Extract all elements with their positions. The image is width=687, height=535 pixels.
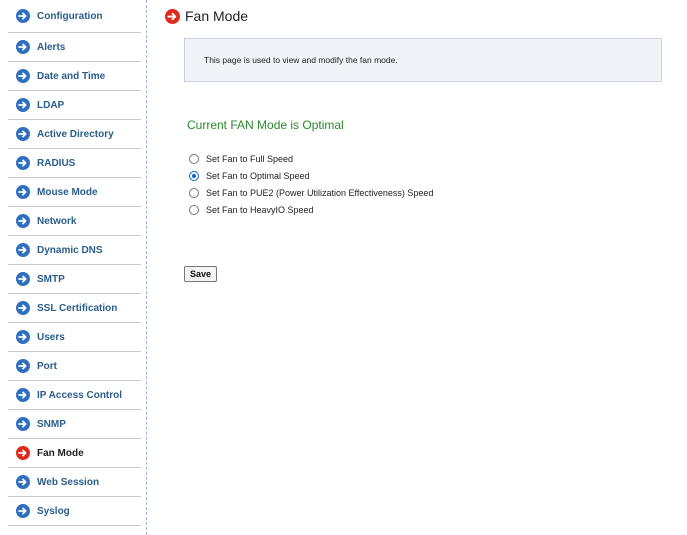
sidebar-item-label: SMTP: [37, 273, 65, 285]
sidebar-item-fan-mode[interactable]: Fan Mode: [8, 439, 141, 468]
arrow-circle-right-icon: [16, 417, 30, 431]
arrow-circle-right-icon: [16, 185, 30, 199]
arrow-circle-right-icon: [16, 330, 30, 344]
sidebar-item-label: Dynamic DNS: [37, 244, 103, 256]
info-box: This page is used to view and modify the…: [184, 38, 662, 82]
page-title: Fan Mode: [185, 8, 249, 24]
fan-mode-option: Set Fan to HeavyIO Speed: [189, 201, 433, 218]
sidebar-item-date-and-time[interactable]: Date and Time: [8, 62, 141, 91]
fan-mode-option: Set Fan to PUE2 (Power Utilization Effec…: [189, 184, 433, 201]
radio-label[interactable]: Set Fan to Optimal Speed: [206, 171, 310, 181]
sidebar-item-configuration[interactable]: Configuration: [8, 0, 141, 33]
sidebar-item-label: RADIUS: [37, 157, 76, 169]
sidebar-item-ldap[interactable]: LDAP: [8, 91, 141, 120]
arrow-circle-right-icon: [16, 243, 30, 257]
arrow-circle-right-icon: [16, 98, 30, 112]
arrow-circle-right-icon: [16, 388, 30, 402]
radio-button[interactable]: [189, 204, 199, 215]
sidebar-item-ssl-certification[interactable]: SSL Certification: [8, 294, 141, 323]
sidebar-item-label: IP Access Control: [37, 389, 123, 401]
sidebar-item-active-directory[interactable]: Active Directory: [8, 120, 141, 149]
arrow-circle-right-icon: [16, 446, 30, 460]
sidebar-item-label: Fan Mode: [37, 447, 84, 459]
arrow-circle-right-icon: [16, 301, 30, 315]
arrow-circle-right-icon: [16, 40, 30, 54]
sidebar-item-label: Active Directory: [37, 128, 114, 140]
sidebar-item-label: SSL Certification: [37, 302, 118, 314]
page-header: Fan Mode: [165, 0, 687, 32]
sidebar-item-snmp[interactable]: SNMP: [8, 410, 141, 439]
radio-button[interactable]: [189, 187, 199, 198]
sidebar-item-smtp[interactable]: SMTP: [8, 265, 141, 294]
sidebar-nav: Configuration Alerts Date and Time LDAP Acti…: [0, 0, 146, 526]
sidebar-item-web-session[interactable]: Web Session: [8, 468, 141, 497]
sidebar-item-ip-access-control[interactable]: IP Access Control: [8, 381, 141, 410]
save-button[interactable]: Save: [184, 266, 218, 282]
arrow-circle-right-icon: [16, 9, 30, 23]
arrow-circle-right-icon: [16, 504, 30, 518]
fan-mode-option: Set Fan to Full Speed: [189, 150, 433, 167]
sidebar-item-label: Alerts: [37, 41, 66, 53]
current-fan-mode: Current FAN Mode is Optimal: [187, 118, 344, 132]
sidebar: Configuration Alerts Date and Time LDAP Acti…: [0, 0, 147, 535]
sidebar-item-label: Network: [37, 215, 77, 227]
sidebar-item-dynamic-dns[interactable]: Dynamic DNS: [8, 236, 141, 265]
sidebar-item-label: Web Session: [37, 476, 100, 488]
radio-label[interactable]: Set Fan to PUE2 (Power Utilization Effec…: [206, 188, 433, 198]
arrow-circle-right-icon: [16, 359, 30, 373]
info-text: This page is used to view and modify the…: [204, 55, 398, 65]
radio-label[interactable]: Set Fan to HeavyIO Speed: [206, 205, 314, 215]
radio-button[interactable]: [189, 170, 199, 181]
arrow-circle-right-icon: [16, 69, 30, 83]
sidebar-item-label: Port: [37, 360, 57, 372]
sidebar-item-label: Configuration: [37, 10, 103, 22]
radio-button[interactable]: [189, 153, 199, 164]
sidebar-item-label: Date and Time: [37, 70, 106, 82]
sidebar-item-label: Syslog: [37, 505, 70, 517]
sidebar-item-label: Mouse Mode: [37, 186, 98, 198]
arrow-circle-right-icon: [16, 272, 30, 286]
sidebar-item-alerts[interactable]: Alerts: [8, 33, 141, 62]
sidebar-item-mouse-mode[interactable]: Mouse Mode: [8, 178, 141, 207]
sidebar-item-label: Users: [37, 331, 65, 343]
sidebar-item-radius[interactable]: RADIUS: [8, 149, 141, 178]
arrow-circle-right-icon: [16, 475, 30, 489]
sidebar-item-port[interactable]: Port: [8, 352, 141, 381]
sidebar-item-label: SNMP: [37, 418, 66, 430]
arrow-circle-right-icon: [16, 156, 30, 170]
arrow-circle-right-icon: [16, 127, 30, 141]
arrow-circle-right-icon: [16, 214, 30, 228]
sidebar-item-syslog[interactable]: Syslog: [8, 497, 141, 526]
sidebar-item-network[interactable]: Network: [8, 207, 141, 236]
radio-label[interactable]: Set Fan to Full Speed: [206, 154, 293, 164]
sidebar-item-label: LDAP: [37, 99, 65, 111]
fan-mode-option: Set Fan to Optimal Speed: [189, 167, 433, 184]
arrow-circle-right-icon: [165, 8, 180, 24]
fan-mode-options: Set Fan to Full Speed Set Fan to Optimal …: [189, 150, 433, 218]
sidebar-item-users[interactable]: Users: [8, 323, 141, 352]
main-content: Fan Mode This page is used to view and m…: [165, 0, 687, 282]
